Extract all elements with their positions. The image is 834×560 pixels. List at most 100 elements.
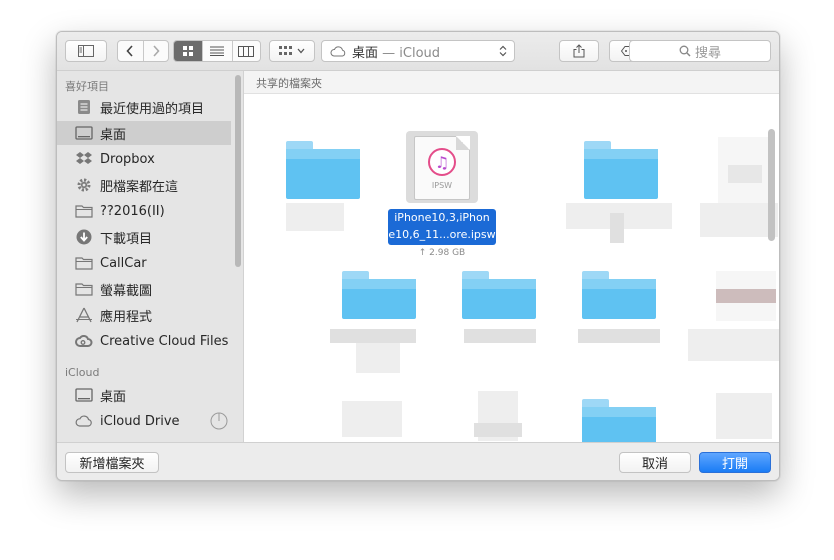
blurred-thumbnail <box>342 401 402 437</box>
sidebar-item-recents[interactable]: 最近使用過的項目 <box>57 95 231 119</box>
blurred-label <box>688 329 779 361</box>
section-header: 共享的檔案夾 <box>244 71 779 94</box>
sidebar-item-label: 應用程式 <box>100 309 153 325</box>
favorites-header: 喜好項目 <box>65 80 109 93</box>
sidebar-item-screenshots[interactable]: 螢幕截圖 <box>57 277 231 301</box>
folder-icon <box>342 271 416 319</box>
history-nav <box>117 40 169 62</box>
folder-icon <box>462 271 536 319</box>
share-icon <box>573 44 585 58</box>
open-file-dialog: 桌面 — iCloud 搜尋 喜好項目 最近使用過的項目 桌面 Dropbox … <box>56 31 780 481</box>
chevron-left-icon <box>126 45 134 57</box>
file-browser: 共享的檔案夾 ♫ IPSW iPhone10,3,iPhon e10,6_11.… <box>244 71 779 442</box>
sidebar-item-label: 螢幕截圖 <box>100 283 153 299</box>
new-folder-button[interactable]: 新增檔案夾 <box>65 452 159 473</box>
sidebar-item-label: Creative Cloud Files <box>100 333 229 349</box>
document-icon <box>718 137 774 207</box>
file-name-line1: iPhone10,3,iPhon <box>394 211 490 224</box>
page-fold <box>456 136 470 150</box>
sidebar-item-label: 肥檔案都在這 <box>100 179 179 195</box>
list-icon <box>210 46 225 56</box>
sidebar-icon <box>78 45 94 57</box>
blurred-thumbnail <box>474 423 522 437</box>
file-size: ↑ 2.98 GB <box>418 248 466 258</box>
file-name-line2: e10,6_11...ore.ipsw <box>388 228 496 241</box>
icon-view-button[interactable] <box>174 41 204 61</box>
image-thumbnail <box>716 271 776 321</box>
content-scrollbar[interactable] <box>768 129 775 241</box>
section-title: 共享的檔案夾 <box>256 77 322 90</box>
desktop-icon <box>74 124 94 142</box>
dropbox-icon <box>74 150 94 168</box>
chevron-right-icon <box>153 45 160 57</box>
location-text: 桌面 — iCloud <box>352 42 440 61</box>
sidebar-item-label: CallCar <box>100 255 147 271</box>
music-note-icon: ♫ <box>428 148 456 176</box>
sidebar-item-desktop[interactable]: 桌面 <box>57 121 231 145</box>
folder-icon <box>584 141 658 199</box>
search-placeholder: 搜尋 <box>694 45 721 61</box>
recents-icon <box>74 98 94 116</box>
blurred-label <box>578 329 660 343</box>
sidebar-item-downloads[interactable]: 下載項目 <box>57 225 231 249</box>
list-view-button[interactable] <box>203 41 233 61</box>
gear-icon <box>74 176 94 194</box>
sidebar-item-label: 桌面 <box>100 127 127 143</box>
blurred-thumbnail <box>716 393 772 439</box>
blurred-label <box>330 329 416 343</box>
blurred-label <box>610 213 624 243</box>
blurred-label <box>356 343 400 373</box>
cancel-button[interactable]: 取消 <box>619 452 691 473</box>
sidebar-item-label: ??2016(II) <box>100 203 165 219</box>
sidebar-item-2016[interactable]: ??2016(II) <box>57 199 231 223</box>
view-mode-selector <box>173 40 261 62</box>
creative-cloud-icon <box>74 332 94 350</box>
search-icon <box>679 45 691 57</box>
location-folder: 桌面 <box>352 45 379 61</box>
download-icon <box>74 228 94 246</box>
sidebar-item-callcar[interactable]: CallCar <box>57 251 231 275</box>
folder-icon <box>74 280 94 298</box>
back-button[interactable] <box>118 41 144 61</box>
sidebar-item-big-files[interactable]: 肥檔案都在這 <box>57 173 231 197</box>
sidebar-scrollbar[interactable] <box>235 75 241 267</box>
sidebar-item-icloud-desktop[interactable]: 桌面 <box>57 383 231 407</box>
forward-button[interactable] <box>144 41 168 61</box>
sidebar-toggle-button[interactable] <box>65 40 107 62</box>
file-type-label: IPSW <box>431 181 453 190</box>
location-popup[interactable]: 桌面 — iCloud <box>321 40 515 62</box>
icloud-header: iCloud <box>65 366 100 379</box>
column-view-button[interactable] <box>233 41 260 61</box>
sidebar-item-label: 桌面 <box>100 389 127 405</box>
desktop-icon <box>74 386 94 404</box>
sidebar-item-label: 下載項目 <box>100 231 153 247</box>
open-button[interactable]: 打開 <box>699 452 771 473</box>
columns-icon <box>238 45 255 57</box>
blurred-label <box>464 329 536 343</box>
ipsw-file-icon[interactable]: ♫ IPSW <box>414 136 470 200</box>
share-button[interactable] <box>559 40 599 62</box>
blurred-label <box>700 203 778 237</box>
sidebar-item-creative-cloud[interactable]: Creative Cloud Files <box>57 329 231 353</box>
location-drive: — iCloud <box>382 45 441 61</box>
sidebar-item-applications[interactable]: 應用程式 <box>57 303 231 327</box>
grid-icon <box>183 46 194 56</box>
arrange-button[interactable] <box>269 40 315 62</box>
sidebar-item-icloud-drive[interactable]: iCloud Drive <box>57 409 231 433</box>
cloud-icon <box>74 412 94 430</box>
folder-icon <box>582 399 656 442</box>
folder-icon <box>74 254 94 272</box>
search-field[interactable]: 搜尋 <box>629 40 771 62</box>
sidebar-item-dropbox[interactable]: Dropbox <box>57 147 231 171</box>
blurred-label <box>286 203 344 231</box>
chevron-down-icon <box>297 48 305 54</box>
dialog-footer: 新增檔案夾 取消 打開 <box>57 442 779 480</box>
sync-progress-icon <box>210 412 228 430</box>
selected-file-name[interactable]: iPhone10,3,iPhon e10,6_11...ore.ipsw <box>388 209 496 245</box>
sidebar-item-label: 最近使用過的項目 <box>100 101 205 117</box>
sidebar-item-label: Dropbox <box>100 151 155 167</box>
sidebar-item-label: iCloud Drive <box>100 413 180 429</box>
cloud-icon <box>330 45 346 56</box>
arrange-grid-icon <box>279 46 292 55</box>
folder-icon <box>286 141 360 199</box>
